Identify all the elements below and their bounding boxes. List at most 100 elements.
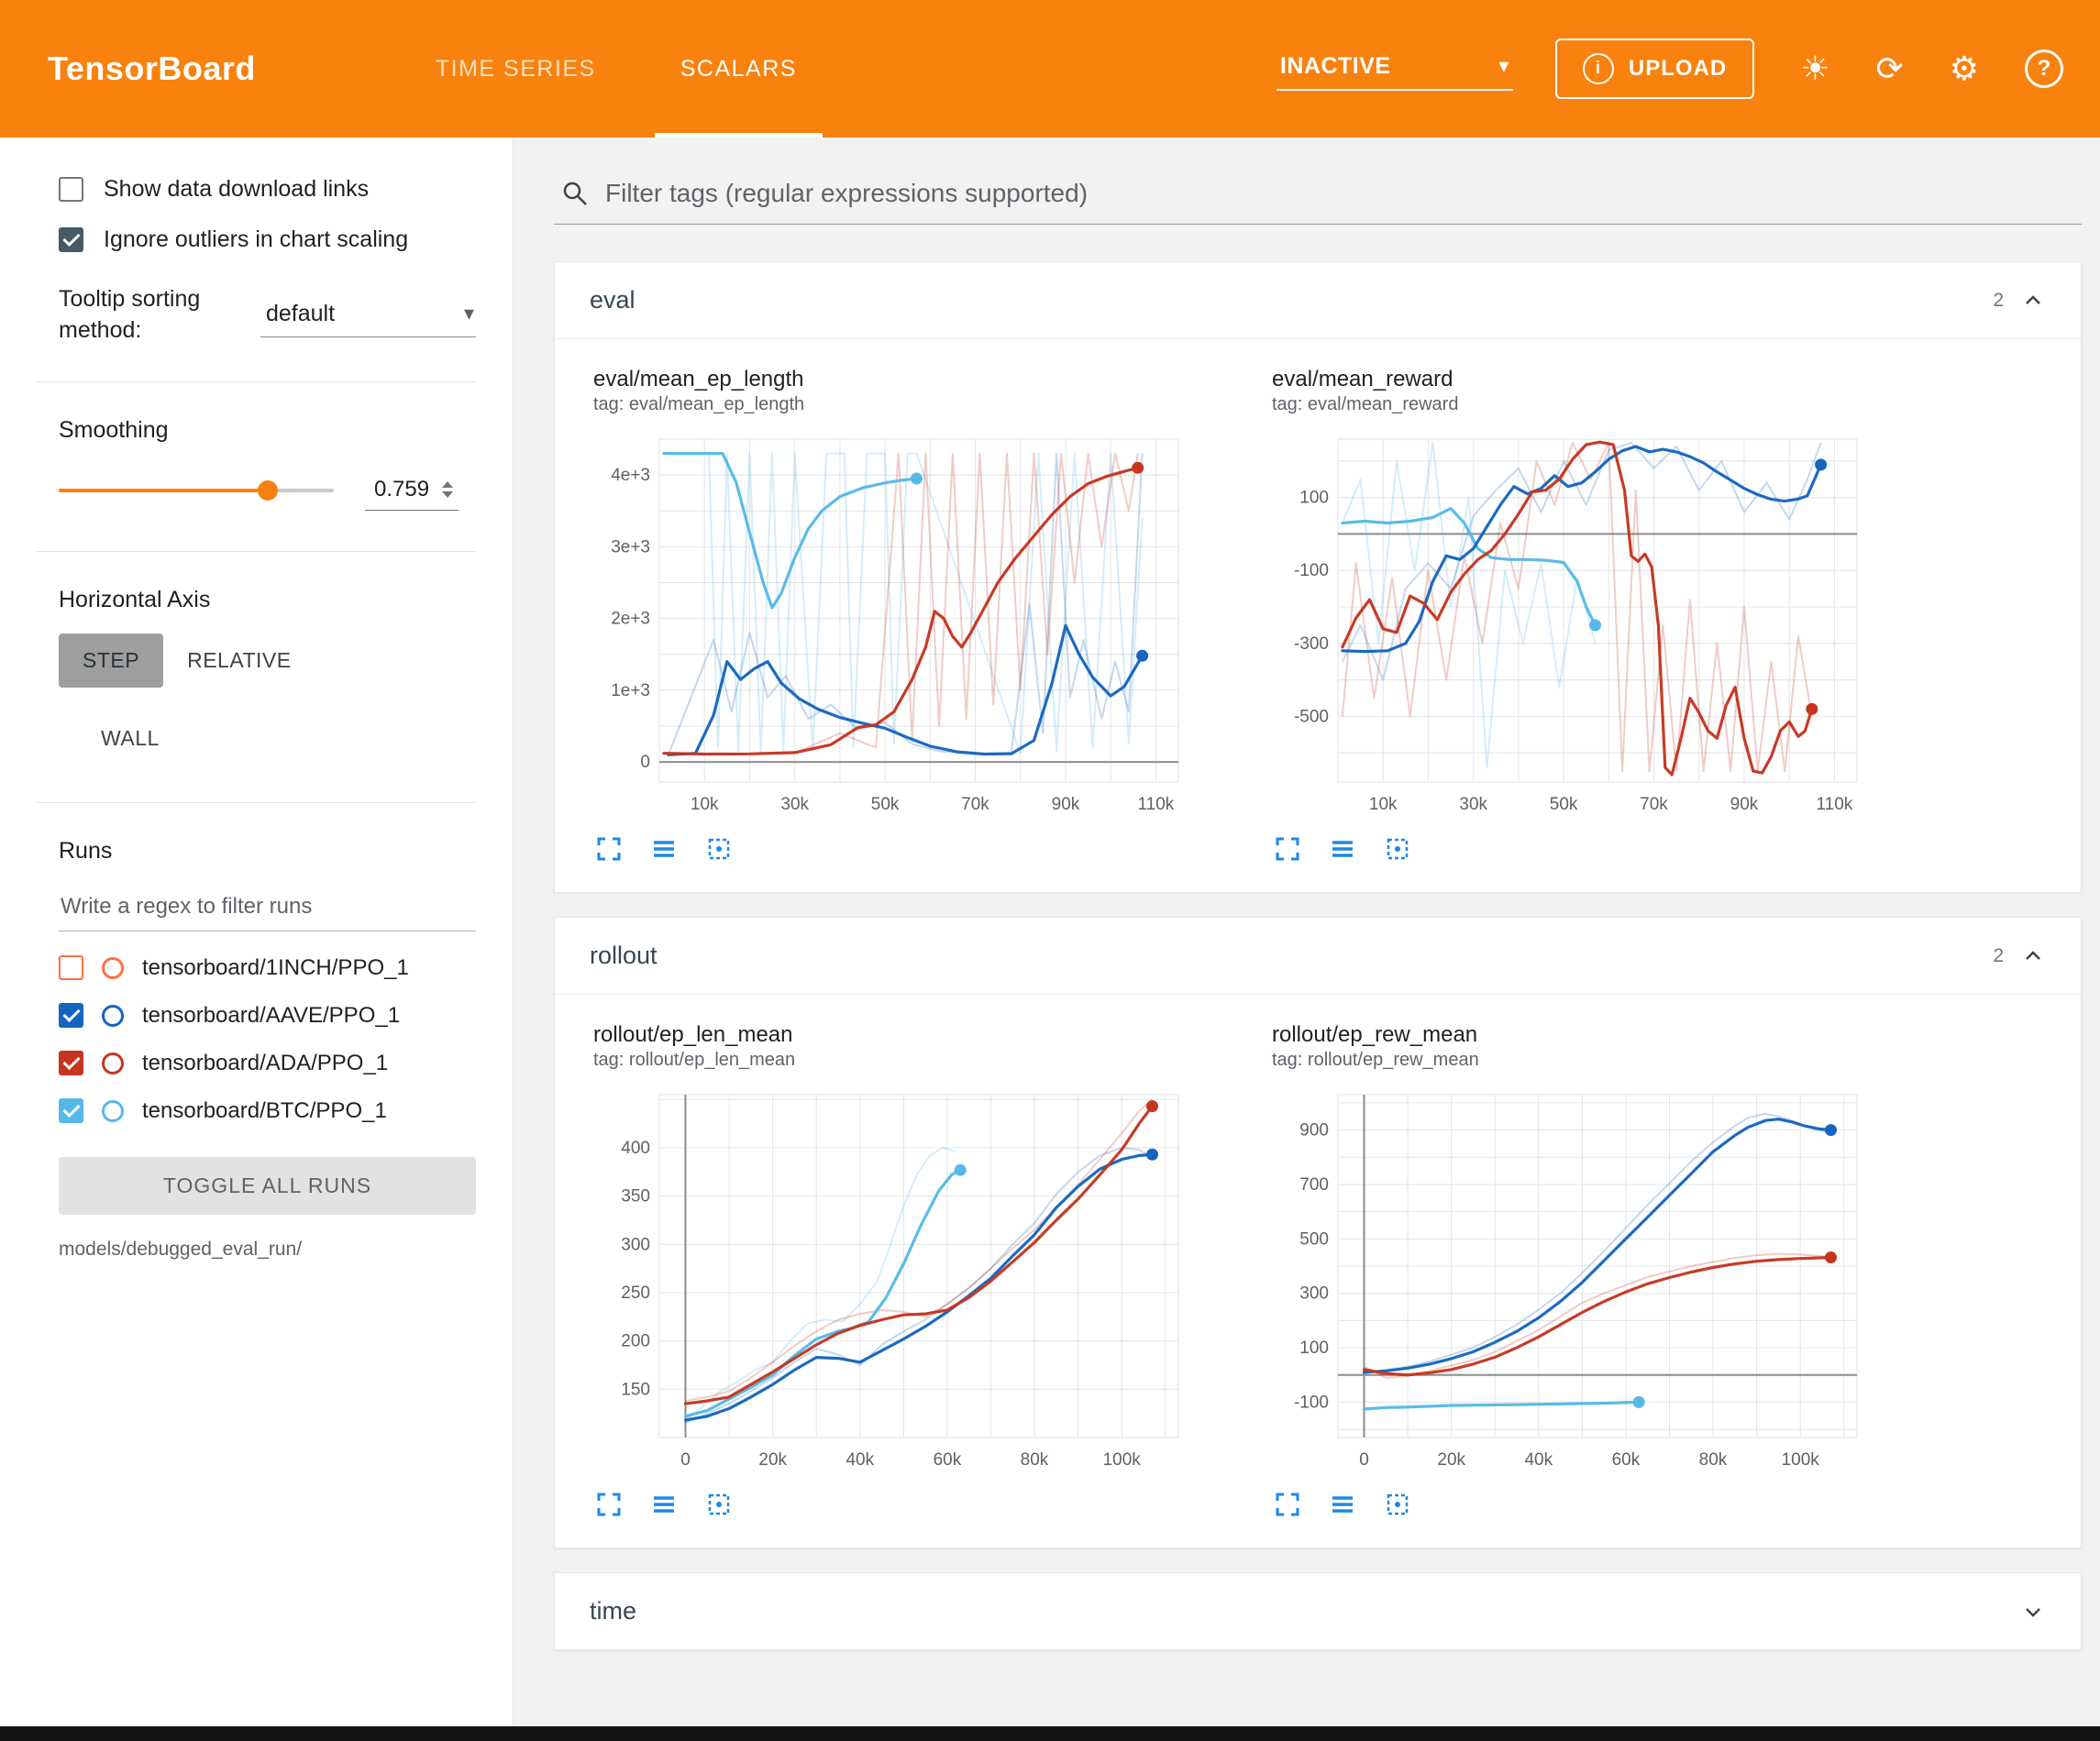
svg-text:60k: 60k bbox=[934, 1450, 962, 1470]
line-chart[interactable]: 10k30k50k70k90k110k-500-300-100100 bbox=[1265, 428, 1870, 824]
section-count: 2 bbox=[1993, 945, 2004, 967]
tooltip-sorting-row: Tooltip sorting method: default ▾ bbox=[59, 284, 476, 347]
svg-text:1e+3: 1e+3 bbox=[611, 681, 650, 700]
fit-domain-icon[interactable] bbox=[1384, 835, 1411, 863]
bottom-edge bbox=[0, 1726, 2100, 1741]
line-chart[interactable]: 020k40k60k80k100k-100100300500700900 bbox=[1265, 1084, 1870, 1480]
tab-time-series[interactable]: TIME SERIES bbox=[393, 0, 638, 138]
run-list: tensorboard/1INCH/PPO_1 tensorboard/AAVE… bbox=[59, 955, 476, 1124]
tag-filter bbox=[554, 169, 2082, 225]
svg-text:10k: 10k bbox=[691, 795, 719, 814]
tab-scalars[interactable]: SCALARS bbox=[638, 0, 839, 138]
expand-chart-icon[interactable] bbox=[1274, 835, 1301, 863]
fit-domain-icon[interactable] bbox=[705, 1491, 733, 1518]
run-row-aave[interactable]: tensorboard/AAVE/PPO_1 bbox=[59, 1003, 476, 1029]
slider-track[interactable] bbox=[59, 489, 334, 492]
horizontal-axis-options: STEP RELATIVE WALL bbox=[59, 634, 407, 766]
smoothing-value-input[interactable]: 0.759 bbox=[365, 471, 459, 511]
smoothing-slider[interactable] bbox=[59, 478, 334, 503]
run-color-circle-icon bbox=[102, 1100, 124, 1122]
svg-text:0: 0 bbox=[640, 753, 650, 772]
chart-title: eval/mean_reward bbox=[1272, 367, 1901, 392]
run-color-circle-icon bbox=[102, 957, 124, 979]
chart-card-ep-rew-mean: rollout/ep_rew_mean tag: rollout/ep_rew_… bbox=[1259, 1015, 1901, 1518]
axis-step-button[interactable]: STEP bbox=[59, 634, 163, 688]
chart-title: rollout/ep_rew_mean bbox=[1272, 1022, 1901, 1048]
section-title: eval bbox=[590, 286, 636, 314]
run-checkbox[interactable] bbox=[59, 1051, 83, 1075]
run-row-ada[interactable]: tensorboard/ADA/PPO_1 bbox=[59, 1051, 476, 1076]
tag-filter-input[interactable] bbox=[603, 178, 2078, 209]
upload-button[interactable]: i UPLOAD bbox=[1555, 39, 1754, 99]
section-eval-body: eval/mean_ep_length tag: eval/mean_ep_le… bbox=[555, 339, 2081, 892]
stepper-arrows-icon[interactable] bbox=[442, 481, 453, 498]
refresh-icon[interactable]: ⟳ bbox=[1876, 52, 1904, 85]
run-checkbox[interactable] bbox=[59, 1098, 83, 1123]
header-actions: INACTIVE ▾ i UPLOAD ☀ ⟳ ⚙ ? bbox=[1277, 39, 2063, 99]
tooltip-sorting-label: Tooltip sorting method: bbox=[59, 284, 242, 347]
runs-filter-input[interactable] bbox=[59, 885, 476, 931]
svg-text:700: 700 bbox=[1299, 1175, 1329, 1195]
expand-chart-icon[interactable] bbox=[1274, 1491, 1301, 1518]
section-eval-header[interactable]: eval 2 bbox=[555, 262, 2081, 339]
tooltip-sorting-dropdown[interactable]: default ▾ bbox=[260, 293, 476, 337]
section-rollout-body: rollout/ep_len_mean tag: rollout/ep_len_… bbox=[555, 995, 2081, 1548]
svg-text:0: 0 bbox=[1359, 1450, 1369, 1470]
data-table-icon[interactable] bbox=[650, 1491, 678, 1518]
chart-svg[interactable]: 10k30k50k70k90k110k-500-300-100100 bbox=[1265, 428, 1870, 824]
help-icon[interactable]: ? bbox=[2025, 50, 2063, 88]
svg-text:400: 400 bbox=[621, 1139, 650, 1158]
chevron-down-icon[interactable] bbox=[2020, 1599, 2046, 1625]
upload-label: UPLOAD bbox=[1629, 56, 1727, 82]
svg-text:30k: 30k bbox=[1459, 795, 1487, 814]
slider-thumb[interactable] bbox=[258, 480, 278, 501]
data-table-icon[interactable] bbox=[650, 835, 678, 863]
chart-svg[interactable]: 020k40k60k80k100k-100100300500700900 bbox=[1265, 1084, 1870, 1480]
show-download-links-label: Show data download links bbox=[104, 176, 369, 203]
checkbox-icon[interactable] bbox=[59, 177, 83, 202]
run-row-btc[interactable]: tensorboard/BTC/PPO_1 bbox=[59, 1098, 476, 1124]
chart-toolbar bbox=[1274, 835, 1901, 863]
chart-tag: tag: rollout/ep_len_mean bbox=[593, 1050, 1222, 1071]
toggle-all-runs-button[interactable]: TOGGLE ALL RUNS bbox=[59, 1157, 476, 1215]
fit-domain-icon[interactable] bbox=[1384, 1491, 1411, 1518]
section-time-header[interactable]: time bbox=[555, 1573, 2081, 1649]
expand-chart-icon[interactable] bbox=[595, 835, 623, 863]
line-chart[interactable]: 020k40k60k80k100k150200250300350400 bbox=[586, 1084, 1191, 1480]
settings-gear-icon[interactable]: ⚙ bbox=[1950, 52, 1979, 85]
info-icon: i bbox=[1583, 53, 1614, 84]
line-chart[interactable]: 10k30k50k70k90k110k01e+32e+33e+34e+3 bbox=[586, 428, 1191, 824]
data-table-icon[interactable] bbox=[1329, 835, 1356, 863]
chart-card-mean-ep-length: eval/mean_ep_length tag: eval/mean_ep_le… bbox=[580, 359, 1222, 863]
chart-svg[interactable]: 10k30k50k70k90k110k01e+32e+33e+34e+3 bbox=[586, 428, 1191, 824]
chevron-up-icon[interactable] bbox=[2020, 943, 2046, 969]
show-download-links-row[interactable]: Show data download links bbox=[59, 176, 476, 203]
smoothing-control: 0.759 bbox=[59, 471, 476, 511]
axis-wall-button[interactable]: WALL bbox=[77, 711, 183, 766]
svg-text:20k: 20k bbox=[1437, 1450, 1465, 1470]
fit-domain-icon[interactable] bbox=[705, 835, 733, 863]
tensorboard-app: TensorBoard TIME SERIES SCALARS INACTIVE… bbox=[0, 0, 2100, 1741]
checkbox-icon[interactable] bbox=[59, 227, 83, 252]
svg-text:50k: 50k bbox=[1550, 795, 1578, 814]
brightness-icon[interactable]: ☀ bbox=[1800, 52, 1829, 85]
svg-text:4e+3: 4e+3 bbox=[611, 466, 650, 485]
status-dropdown[interactable]: INACTIVE ▾ bbox=[1277, 48, 1513, 91]
data-table-icon[interactable] bbox=[1329, 1491, 1356, 1518]
run-checkbox[interactable] bbox=[59, 1003, 83, 1028]
axis-relative-button[interactable]: RELATIVE bbox=[163, 634, 315, 688]
ignore-outliers-row[interactable]: Ignore outliers in chart scaling bbox=[59, 226, 476, 253]
run-checkbox[interactable] bbox=[59, 955, 83, 980]
run-row-1inch[interactable]: tensorboard/1INCH/PPO_1 bbox=[59, 955, 476, 981]
chevron-up-icon[interactable] bbox=[2020, 288, 2046, 314]
section-rollout-header[interactable]: rollout 2 bbox=[555, 918, 2081, 995]
smoothing-value: 0.759 bbox=[374, 477, 429, 502]
chart-svg[interactable]: 020k40k60k80k100k150200250300350400 bbox=[586, 1084, 1191, 1480]
expand-chart-icon[interactable] bbox=[595, 1491, 623, 1518]
svg-text:60k: 60k bbox=[1612, 1450, 1641, 1470]
svg-text:-500: -500 bbox=[1294, 707, 1329, 726]
ignore-outliers-label: Ignore outliers in chart scaling bbox=[104, 226, 408, 253]
svg-text:40k: 40k bbox=[1524, 1450, 1553, 1470]
svg-text:40k: 40k bbox=[846, 1450, 874, 1470]
svg-text:100k: 100k bbox=[1103, 1450, 1142, 1470]
